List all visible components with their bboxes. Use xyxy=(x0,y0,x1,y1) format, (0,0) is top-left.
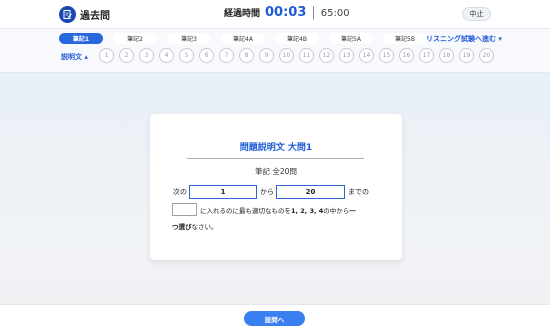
app-title: 過去問 xyxy=(80,11,110,22)
instruction-line: に入れるのに最も適切なものを1, 2, 3, 4の中から一 xyxy=(200,205,356,215)
question-number-button[interactable]: 10 xyxy=(279,48,294,63)
instruction-bold: つ選び xyxy=(172,223,192,231)
question-number-button[interactable]: 4 xyxy=(159,48,174,63)
question-number-button[interactable]: 12 xyxy=(319,48,334,63)
question-number-button[interactable]: 2 xyxy=(119,48,134,63)
question-number-button[interactable]: 3 xyxy=(139,48,154,63)
range-prefix: 次の xyxy=(173,188,187,196)
app-logo-icon xyxy=(59,6,76,23)
tab-hikki-4b[interactable]: 筆記4B xyxy=(275,33,319,44)
timer-label: 経過時間 xyxy=(224,9,261,19)
section-navigation: 筆記1 筆記2 筆記3 筆記4A 筆記4B 筆記5A 筆記5B リスニング試験へ… xyxy=(0,29,550,73)
instruction-line-2: つ選びなさい。 xyxy=(172,221,218,231)
question-number-button[interactable]: 6 xyxy=(199,48,214,63)
instruction-text-3: なさい。 xyxy=(191,223,218,231)
timer-separator: | xyxy=(311,5,316,20)
instruction-card: 問題説明文 大問1 筆記 全20問 次の 1 から 20 までの に入れるのに最… xyxy=(150,114,402,260)
question-number-button[interactable]: 11 xyxy=(299,48,314,63)
range-from-suffix: から xyxy=(260,188,274,196)
question-number-button[interactable]: 16 xyxy=(399,48,414,63)
question-number-button[interactable]: 5 xyxy=(179,48,194,63)
tab-hikki-5a[interactable]: 筆記5A xyxy=(329,33,373,44)
instruction-text-2: の中から xyxy=(323,207,350,215)
question-number-button[interactable]: 14 xyxy=(359,48,374,63)
question-number-button[interactable]: 1 xyxy=(99,48,114,63)
stop-button[interactable]: 中止 xyxy=(462,7,491,21)
elapsed-time: 00:03 xyxy=(265,5,307,20)
card-divider xyxy=(187,158,364,159)
question-number-button[interactable]: 17 xyxy=(419,48,434,63)
question-number-button[interactable]: 19 xyxy=(459,48,474,63)
listening-test-link[interactable]: リスニング試験へ進む ▾ xyxy=(426,34,502,44)
description-toggle[interactable]: 説明文 ▴ xyxy=(61,52,88,62)
question-number-button[interactable]: 20 xyxy=(479,48,494,63)
question-number-button[interactable]: 9 xyxy=(259,48,274,63)
tab-hikki-1[interactable]: 筆記1 xyxy=(59,33,103,44)
range-to-box: 20 xyxy=(276,185,345,199)
header-bar: 過去問 経過時間 00:03 | 65:00 中止 xyxy=(0,0,550,29)
go-to-questions-button[interactable]: 設問へ xyxy=(244,311,305,326)
instruction-bold-end: 一 xyxy=(349,207,356,215)
range-from-box: 1 xyxy=(189,185,257,199)
instruction-text: に入れるのに最も適切なものを xyxy=(200,207,291,215)
question-number-button[interactable]: 7 xyxy=(219,48,234,63)
card-title: 問題説明文 大問1 xyxy=(239,143,313,153)
section-tabs: 筆記1 筆記2 筆記3 筆記4A 筆記4B 筆記5A 筆記5B xyxy=(59,33,437,44)
tab-hikki-4a[interactable]: 筆記4A xyxy=(221,33,265,44)
range-to-suffix: までの xyxy=(348,188,369,196)
instruction-options: 1, 2, 3, 4 xyxy=(291,207,324,215)
question-number-button[interactable]: 8 xyxy=(239,48,254,63)
question-range-line: 次の 1 から 20 までの xyxy=(173,185,369,199)
time-limit: 65:00 xyxy=(320,8,350,19)
question-number-button[interactable]: 18 xyxy=(439,48,454,63)
tab-hikki-2[interactable]: 筆記2 xyxy=(113,33,157,44)
elapsed-timer: 経過時間 00:03 | 65:00 xyxy=(224,5,350,20)
card-subtitle: 筆記 全20問 xyxy=(255,167,297,176)
blank-box xyxy=(172,203,197,216)
question-number-button[interactable]: 13 xyxy=(339,48,354,63)
question-number-list: 1 2 3 4 5 6 7 8 9 10 11 12 13 14 15 16 1… xyxy=(99,48,499,63)
tab-hikki-3[interactable]: 筆記3 xyxy=(167,33,211,44)
question-number-button[interactable]: 15 xyxy=(379,48,394,63)
tab-hikki-5b[interactable]: 筆記5B xyxy=(383,33,427,44)
footer-bar: 設問へ xyxy=(0,304,550,330)
